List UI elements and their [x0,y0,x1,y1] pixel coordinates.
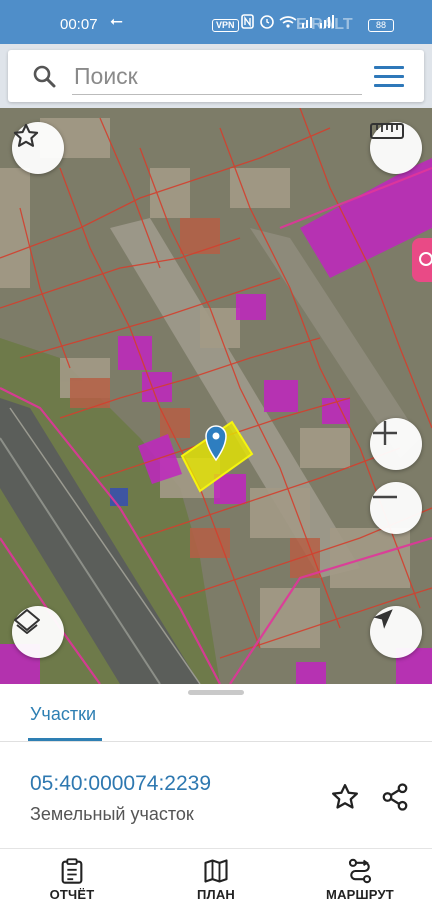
minus-icon [373,495,397,499]
cadastral-number[interactable]: 05:40:000074:2239 [30,772,211,796]
search-area [0,44,432,108]
nav-plan[interactable]: ПЛАН [144,849,288,910]
menu-icon[interactable] [374,66,404,88]
nav-route[interactable]: МАРШРУТ [288,849,432,910]
nav-report-label: ОТЧЁТ [49,887,95,902]
vpn-badge: VPN [212,19,239,32]
route-icon [348,858,372,884]
search-underline [72,94,362,95]
map-icon [204,859,228,883]
tab-divider [0,741,432,742]
favorite-star-icon[interactable] [330,782,360,812]
watermark: E RALT [296,16,353,33]
plus-icon [373,421,397,445]
sheet-drag-handle[interactable] [188,690,244,695]
clipboard-icon [61,858,83,884]
tab-parcels[interactable]: Участки [30,704,96,725]
share-icon[interactable] [380,782,410,812]
navigation-arrow-icon [373,609,393,629]
favorite-map-button[interactable] [12,122,64,174]
parcel-info-sheet: Участки 05:40:000074:2239 Земельный учас… [0,684,432,848]
satellite-map[interactable] [0,108,432,684]
zoom-out-button[interactable] [370,482,422,534]
bottom-navigation: ОТЧЁТ ПЛАН МАРШРУТ [0,848,432,910]
nav-route-label: МАРШРУТ [326,887,394,902]
search-input[interactable] [74,60,354,92]
star-outline-icon [13,123,39,147]
layers-icon [14,609,40,634]
ruler-icon [370,123,404,139]
search-icon[interactable] [32,64,56,88]
layers-button[interactable] [12,606,64,658]
map-canvas[interactable] [0,108,432,684]
zoom-in-button[interactable] [370,418,422,470]
parcel-type: Земельный участок [30,804,194,824]
nav-report[interactable]: ОТЧЁТ [0,849,144,910]
search-bar [8,50,424,102]
my-location-button[interactable] [370,606,422,658]
ruler-button[interactable] [370,122,422,174]
status-bar: 00:07 ⭠ VPN E RALT 88 [0,0,432,44]
side-panel-tab[interactable] [412,238,432,282]
back-arrow-icon: ⭠ [110,13,123,30]
battery-icon: 88 [368,19,394,32]
nav-plan-label: ПЛАН [196,887,236,902]
status-time: 00:07 [60,16,98,33]
